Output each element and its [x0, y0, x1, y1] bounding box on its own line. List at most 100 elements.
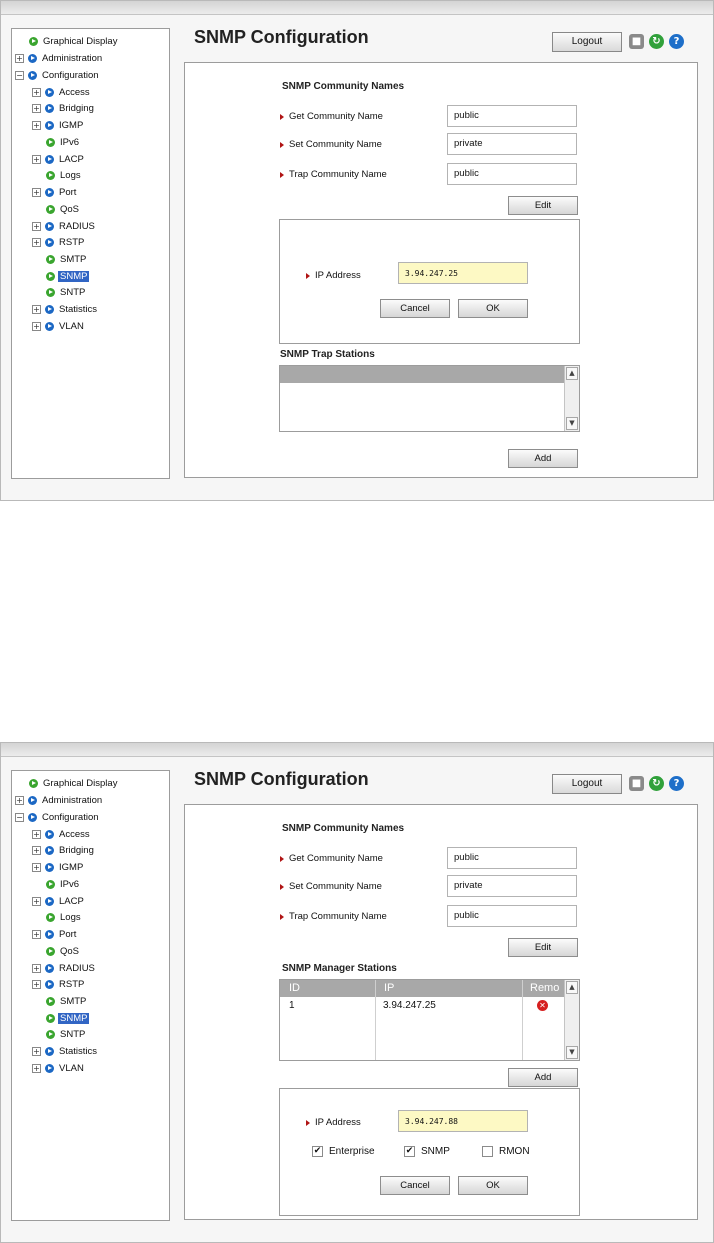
expand-icon[interactable]: +: [32, 979, 41, 989]
save-icon[interactable]: ■: [629, 34, 644, 49]
expand-icon[interactable]: +: [32, 862, 41, 872]
nav-item-lacp[interactable]: + LACP: [32, 894, 86, 908]
ok-button[interactable]: OK: [458, 299, 528, 318]
nav-item-access[interactable]: + Access: [32, 827, 92, 841]
expand-icon[interactable]: +: [32, 1046, 41, 1056]
logout-button[interactable]: Logout: [552, 774, 622, 794]
nav-item-bridging[interactable]: + Bridging: [32, 101, 96, 115]
nav-item-ipv6[interactable]: IPv6: [46, 877, 81, 891]
nav-item-logs[interactable]: Logs: [46, 910, 83, 924]
expand-icon[interactable]: +: [15, 795, 24, 805]
nav-item-statistics[interactable]: + Statistics: [32, 302, 99, 316]
nav-item-logs[interactable]: Logs: [46, 168, 83, 182]
nav-item-administration[interactable]: + Administration: [15, 793, 104, 807]
nav-item-sntp[interactable]: SNTP: [46, 1027, 87, 1041]
nav-item-administration[interactable]: + Administration: [15, 51, 104, 65]
nav-item-igmp[interactable]: + IGMP: [32, 118, 85, 132]
nav-item-sntp[interactable]: SNTP: [46, 285, 87, 299]
nav-item-smtp[interactable]: SMTP: [46, 994, 88, 1008]
trap-community-field[interactable]: public: [447, 905, 577, 927]
nav-item-radius[interactable]: + RADIUS: [32, 961, 97, 975]
nav-item-graphical-display[interactable]: Graphical Display: [29, 776, 119, 790]
nav-item-smtp[interactable]: SMTP: [46, 252, 88, 266]
scroll-down-icon[interactable]: ▼: [566, 417, 578, 430]
logout-button[interactable]: Logout: [552, 32, 622, 52]
set-community-field[interactable]: private: [447, 875, 577, 897]
ip-address-field[interactable]: 3.94.247.88: [398, 1110, 528, 1132]
scroll-down-icon[interactable]: ▼: [566, 1046, 578, 1059]
expand-icon[interactable]: +: [15, 53, 24, 63]
help-icon[interactable]: ?: [669, 776, 684, 791]
rmon-checkbox[interactable]: RMON: [482, 1146, 530, 1157]
nav-item-access[interactable]: + Access: [32, 85, 92, 99]
ip-address-field[interactable]: 3.94.247.25: [398, 262, 528, 284]
scrollbar[interactable]: ▲ ▼: [564, 980, 579, 1060]
edit-button[interactable]: Edit: [508, 196, 578, 215]
nav-item-igmp[interactable]: + IGMP: [32, 860, 85, 874]
nav-item-qos[interactable]: QoS: [46, 202, 81, 216]
snmp-checkbox[interactable]: ✔ SNMP: [404, 1146, 450, 1157]
nav-item-rstp[interactable]: + RSTP: [32, 235, 86, 249]
expand-icon[interactable]: +: [32, 103, 41, 113]
nav-item-configuration[interactable]: − Configuration: [15, 68, 101, 82]
expand-icon[interactable]: +: [32, 87, 41, 97]
get-community-field[interactable]: public: [447, 105, 577, 127]
cancel-button[interactable]: Cancel: [380, 299, 450, 318]
nav-item-rstp[interactable]: + RSTP: [32, 977, 86, 991]
nav-item-port[interactable]: + Port: [32, 927, 78, 941]
add-button[interactable]: Add: [508, 449, 578, 468]
checkbox-checked-icon[interactable]: ✔: [312, 1146, 323, 1157]
checkbox-checked-icon[interactable]: ✔: [404, 1146, 415, 1157]
nav-item-qos[interactable]: QoS: [46, 944, 81, 958]
nav-item-port[interactable]: + Port: [32, 185, 78, 199]
scroll-up-icon[interactable]: ▲: [566, 367, 578, 380]
expand-icon[interactable]: +: [32, 896, 41, 906]
column-header-id[interactable]: ID: [289, 982, 300, 994]
nav-item-radius[interactable]: + RADIUS: [32, 219, 97, 233]
expand-icon[interactable]: +: [32, 154, 41, 164]
trap-community-field[interactable]: public: [447, 163, 577, 185]
trap-stations-list[interactable]: ▲ ▼: [279, 365, 580, 432]
cancel-button[interactable]: Cancel: [380, 1176, 450, 1195]
expand-icon[interactable]: +: [32, 929, 41, 939]
get-community-field[interactable]: public: [447, 847, 577, 869]
expand-icon[interactable]: +: [32, 321, 41, 331]
expand-icon[interactable]: +: [32, 221, 41, 231]
nav-item-snmp[interactable]: SNMP: [46, 269, 90, 283]
expand-icon[interactable]: +: [32, 237, 41, 247]
collapse-icon[interactable]: −: [15, 70, 24, 80]
column-header-ip[interactable]: IP: [384, 982, 394, 994]
nav-item-bridging[interactable]: + Bridging: [32, 843, 96, 857]
nav-item-statistics[interactable]: + Statistics: [32, 1044, 99, 1058]
scrollbar[interactable]: ▲ ▼: [564, 366, 579, 431]
ok-button[interactable]: OK: [458, 1176, 528, 1195]
nav-item-vlan[interactable]: + VLAN: [32, 319, 86, 333]
remove-icon[interactable]: ✕: [537, 1000, 548, 1011]
expand-icon[interactable]: +: [32, 120, 41, 130]
nav-item-lacp[interactable]: + LACP: [32, 152, 86, 166]
expand-icon[interactable]: +: [32, 187, 41, 197]
expand-icon[interactable]: +: [32, 1063, 41, 1073]
expand-icon[interactable]: +: [32, 963, 41, 973]
manager-stations-table[interactable]: ID IP Remo 1 3.94.247.25 ✕ ▲ ▼: [279, 979, 580, 1061]
column-header-remove[interactable]: Remo: [530, 982, 559, 994]
scroll-up-icon[interactable]: ▲: [566, 981, 578, 994]
help-icon[interactable]: ?: [669, 34, 684, 49]
edit-button[interactable]: Edit: [508, 938, 578, 957]
nav-item-configuration[interactable]: − Configuration: [15, 810, 101, 824]
refresh-icon[interactable]: ↻: [649, 34, 664, 49]
enterprise-checkbox[interactable]: ✔ Enterprise: [312, 1146, 375, 1157]
expand-icon[interactable]: +: [32, 845, 41, 855]
nav-item-vlan[interactable]: + VLAN: [32, 1061, 86, 1075]
checkbox-unchecked-icon[interactable]: [482, 1146, 493, 1157]
nav-item-graphical-display[interactable]: Graphical Display: [29, 34, 119, 48]
expand-icon[interactable]: +: [32, 304, 41, 314]
set-community-field[interactable]: private: [447, 133, 577, 155]
collapse-icon[interactable]: −: [15, 812, 24, 822]
expand-icon[interactable]: +: [32, 829, 41, 839]
nav-item-snmp[interactable]: SNMP: [46, 1011, 90, 1025]
save-icon[interactable]: ■: [629, 776, 644, 791]
nav-item-ipv6[interactable]: IPv6: [46, 135, 81, 149]
add-button[interactable]: Add: [508, 1068, 578, 1087]
refresh-icon[interactable]: ↻: [649, 776, 664, 791]
